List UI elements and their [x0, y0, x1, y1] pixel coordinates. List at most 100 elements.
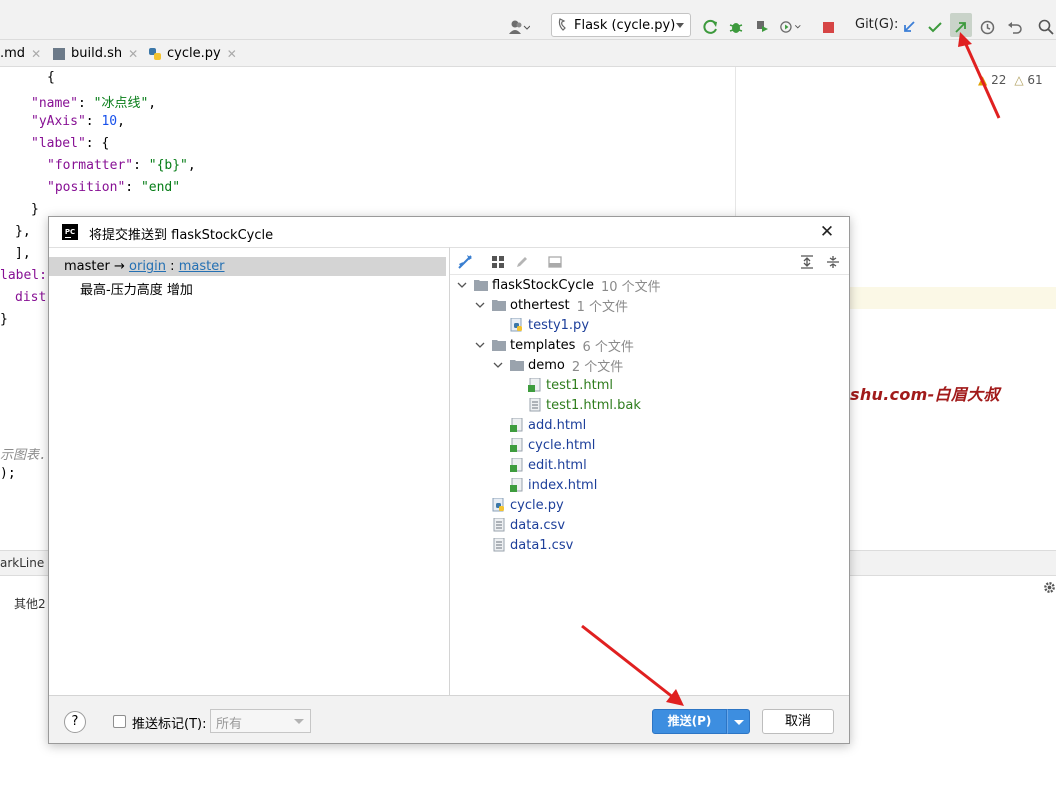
group-by-icon[interactable]	[489, 253, 507, 271]
pycharm-icon: PC	[62, 224, 78, 240]
python-file-icon	[149, 47, 161, 60]
tree-file-edit-html[interactable]: edit.html	[510, 455, 587, 475]
remote-branch-link[interactable]: master	[179, 259, 225, 274]
error-count: ▲ 22	[978, 73, 1007, 87]
tree-file-data1-csv[interactable]: data1.csv	[492, 535, 573, 555]
code-line: "label": {	[31, 136, 110, 151]
tree-file-test1-html-bak[interactable]: test1.html.bak	[528, 395, 641, 415]
chevron-down-icon[interactable]	[474, 339, 486, 351]
cancel-button[interactable]: 取消	[762, 709, 834, 734]
main-toolbar: Flask (cycle.py) Git(G):	[0, 0, 1056, 40]
tree-file-cycle-html[interactable]: cycle.html	[510, 435, 595, 455]
code-line: ],	[15, 246, 31, 261]
chevron-down-icon	[734, 720, 744, 725]
tree-folder-templates[interactable]: templates 6 个文件	[474, 335, 634, 355]
highlight-icon[interactable]	[456, 253, 474, 271]
tab-build-sh[interactable]: build.sh ✕	[53, 40, 138, 67]
python-file-icon	[492, 498, 506, 512]
tree-file-test1-html[interactable]: test1.html	[528, 375, 613, 395]
gear-icon[interactable]	[1043, 581, 1056, 598]
remote-link[interactable]: origin	[129, 259, 166, 274]
push-commits-dialog: PC 将提交推送到 flaskStockCycle ✕ master → ori…	[48, 216, 850, 744]
commit-message[interactable]: 最高-压力高度 增加	[80, 279, 193, 298]
shell-file-icon	[53, 47, 65, 60]
search-icon[interactable]	[1035, 16, 1056, 38]
html-file-icon	[510, 478, 524, 492]
code-line: }	[31, 202, 39, 217]
python-file-icon	[510, 318, 524, 332]
tree-folder-othertest[interactable]: othertest 1 个文件	[474, 295, 628, 315]
folder-icon	[492, 338, 506, 352]
tab-md[interactable]: .md ✕	[0, 40, 41, 67]
chevron-down-icon[interactable]	[492, 359, 504, 371]
code-line: "name": "冰点线",	[31, 96, 157, 111]
git-commit-icon[interactable]	[924, 16, 946, 38]
html-file-icon	[510, 418, 524, 432]
text-file-icon	[528, 398, 542, 412]
history-icon[interactable]	[976, 16, 998, 38]
html-file-icon	[510, 458, 524, 472]
tree-folder-demo[interactable]: demo 2 个文件	[492, 355, 623, 375]
git-update-icon[interactable]	[898, 16, 920, 38]
expand-all-icon[interactable]	[798, 253, 816, 271]
bottom-tab-label[interactable]: arkLine	[0, 556, 44, 570]
git-push-icon[interactable]	[950, 16, 972, 38]
push-tags-checkbox[interactable]	[113, 715, 126, 728]
folder-icon	[492, 298, 506, 312]
push-dropdown-button[interactable]	[727, 709, 750, 734]
tags-select[interactable]: 所有	[210, 709, 311, 733]
code-line: },	[15, 224, 31, 239]
code-line: {	[47, 70, 55, 85]
tree-file-index-html[interactable]: index.html	[510, 475, 597, 495]
coverage-icon[interactable]	[751, 16, 773, 38]
changed-files-pane: flaskStockCycle 10 个文件 othertest 1 个文件 tes…	[450, 247, 849, 695]
help-button[interactable]: ?	[64, 711, 86, 733]
tab-label: .md	[0, 46, 26, 61]
close-icon[interactable]: ✕	[817, 222, 837, 242]
code-line: "yAxis": 10,	[31, 114, 125, 129]
phone-icon	[558, 18, 566, 31]
tree-file-testy1-py[interactable]: testy1.py	[510, 315, 589, 335]
tab-cycle-py[interactable]: cycle.py ✕	[149, 40, 237, 67]
preview-icon[interactable]	[546, 253, 564, 271]
tree-toolbar	[450, 248, 849, 275]
code-comment: 示图表.	[0, 448, 47, 463]
chevron-down-icon	[294, 719, 304, 724]
tree-file-cycle-py[interactable]: cycle.py	[492, 495, 564, 515]
run-config-label: Flask (cycle.py)	[574, 17, 676, 33]
profile-icon[interactable]	[780, 16, 802, 38]
dialog-footer: ? 推送标记(T): 所有 推送(P) 取消	[49, 695, 849, 743]
debug-icon[interactable]	[725, 16, 747, 38]
push-button[interactable]: 推送(P)	[652, 709, 727, 734]
collapse-all-icon[interactable]	[824, 253, 842, 271]
code-line: "formatter": "{b}",	[47, 158, 196, 173]
tree-folder-root[interactable]: flaskStockCycle 10 个文件	[456, 275, 661, 295]
inspection-widget[interactable]: ▲ 22 △ 61	[978, 73, 1043, 87]
git-label: Git(G):	[855, 17, 899, 32]
dialog-title-bar: PC 将提交推送到 flaskStockCycle ✕	[49, 217, 849, 247]
html-file-icon	[510, 438, 524, 452]
branch-mapping: master → origin : master	[64, 259, 225, 274]
local-branch: master	[64, 259, 110, 274]
close-icon[interactable]: ✕	[227, 47, 237, 61]
chevron-down-icon	[676, 23, 684, 28]
commits-pane: master → origin : master 最高-压力高度 增加	[49, 247, 450, 695]
user-icon[interactable]	[508, 16, 530, 38]
rollback-icon[interactable]	[1003, 16, 1025, 38]
code-line: );	[0, 466, 16, 481]
bottom-panel-text: 其他2	[14, 597, 46, 611]
rerun-icon[interactable]	[700, 16, 722, 38]
tree-file-data-csv[interactable]: data.csv	[492, 515, 565, 535]
text-file-icon	[492, 538, 506, 552]
run-config-select[interactable]: Flask (cycle.py)	[551, 13, 691, 37]
stop-icon[interactable]	[817, 16, 839, 38]
chevron-down-icon[interactable]	[456, 279, 468, 291]
close-icon[interactable]: ✕	[31, 47, 41, 61]
text-file-icon	[492, 518, 506, 532]
tree-file-add-html[interactable]: add.html	[510, 415, 586, 435]
edit-icon[interactable]	[513, 253, 531, 271]
folder-icon	[474, 278, 488, 292]
chevron-down-icon[interactable]	[474, 299, 486, 311]
tab-label: cycle.py	[167, 46, 221, 61]
close-icon[interactable]: ✕	[128, 47, 138, 61]
